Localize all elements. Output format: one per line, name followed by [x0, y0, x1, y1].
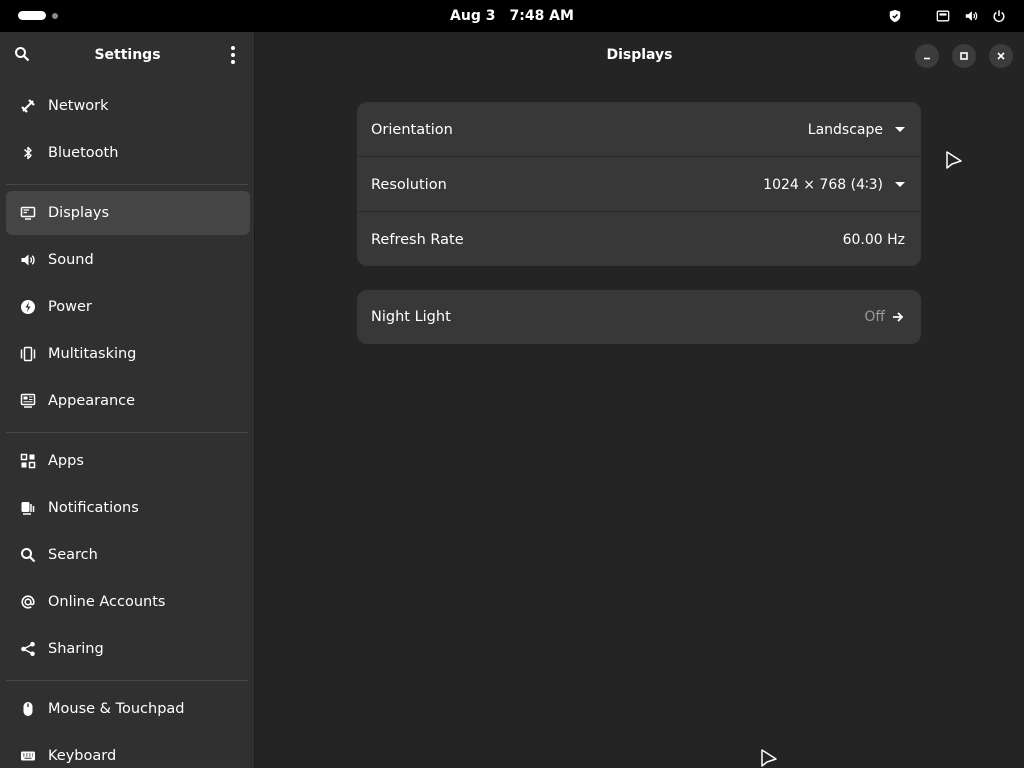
- bluetooth-icon: [20, 145, 36, 161]
- sidebar-item-sound[interactable]: Sound: [6, 238, 250, 282]
- night-light-label: Night Light: [371, 309, 451, 325]
- refresh-rate-value: 60.00 Hz: [842, 231, 905, 248]
- at-icon: [20, 594, 36, 610]
- search-icon: [20, 547, 36, 563]
- sidebar-item-bluetooth[interactable]: Bluetooth: [6, 131, 250, 175]
- notifications-icon: [20, 500, 36, 516]
- mouse-pointer-icon: [761, 749, 777, 767]
- resolution-label: Resolution: [371, 176, 447, 193]
- sidebar-item-search[interactable]: Search: [6, 533, 250, 577]
- orientation-value: Landscape: [807, 121, 883, 138]
- sidebar-item-displays[interactable]: Displays: [6, 191, 250, 235]
- refresh-rate-label: Refresh Rate: [371, 231, 464, 248]
- kebab-menu-icon[interactable]: [224, 45, 242, 65]
- appearance-icon: [20, 393, 36, 409]
- night-light-row[interactable]: Night Light Off: [357, 290, 921, 344]
- clock[interactable]: Aug 3 7:48 AM: [0, 0, 1024, 32]
- sidebar-item-label: Keyboard: [48, 748, 117, 764]
- sidebar-item-label: Sharing: [48, 641, 104, 657]
- sidebar-header: Settings: [0, 32, 255, 78]
- sidebar-item-label: Network: [48, 98, 109, 114]
- mouse-icon: [20, 701, 36, 717]
- sidebar-separator: [6, 184, 248, 185]
- sidebar-item-label: Multitasking: [48, 346, 137, 362]
- sidebar-item-label: Displays: [48, 205, 110, 221]
- sidebar-item-label: Power: [48, 299, 92, 315]
- sidebar-item-network[interactable]: Network: [6, 84, 250, 128]
- settings-window: Settings Network Bluetooth Displays Soun…: [0, 32, 1024, 768]
- sidebar-separator: [6, 432, 248, 433]
- orientation-row[interactable]: Orientation Landscape: [357, 102, 921, 157]
- sidebar-item-label: Appearance: [48, 393, 136, 409]
- network-icon: [20, 98, 36, 114]
- maximize-button[interactable]: [952, 44, 976, 68]
- shield-icon[interactable]: [886, 7, 904, 25]
- sidebar-item-label: Apps: [48, 453, 84, 469]
- orientation-label: Orientation: [371, 121, 453, 138]
- sidebar-item-keyboard[interactable]: Keyboard: [6, 734, 250, 768]
- display-settings-card: Orientation Landscape Resolution 1024 × …: [357, 102, 921, 266]
- sidebar-item-apps[interactable]: Apps: [6, 439, 250, 483]
- sidebar-item-online-accounts[interactable]: Online Accounts: [6, 580, 250, 624]
- top-bar: Aug 3 7:48 AM: [0, 0, 1024, 32]
- sidebar-item-label: Bluetooth: [48, 145, 119, 161]
- sidebar-item-label: Online Accounts: [48, 594, 166, 610]
- close-icon: [997, 52, 1005, 60]
- content-header: Displays: [255, 32, 1024, 78]
- sidebar-title: Settings: [94, 47, 161, 63]
- page-title: Displays: [606, 47, 673, 63]
- power-icon[interactable]: [990, 7, 1008, 25]
- refresh-rate-row: Refresh Rate 60.00 Hz: [357, 212, 921, 267]
- speaker-icon: [20, 252, 36, 268]
- maximize-icon: [960, 52, 968, 60]
- chevron-down-icon: [895, 127, 905, 132]
- sidebar-item-multitasking[interactable]: Multitasking: [6, 332, 250, 376]
- sidebar-item-label: Notifications: [48, 500, 139, 516]
- sidebar-item-power[interactable]: Power: [6, 285, 250, 329]
- system-tray[interactable]: [886, 0, 1008, 32]
- sidebar: Settings Network Bluetooth Displays Soun…: [0, 32, 255, 768]
- sidebar-item-label: Sound: [48, 252, 94, 268]
- night-light-card[interactable]: Night Light Off: [357, 290, 921, 344]
- sidebar-item-label: Mouse & Touchpad: [48, 701, 185, 717]
- night-light-value: Off: [864, 309, 885, 325]
- power-bolt-icon: [20, 299, 36, 315]
- close-button[interactable]: [989, 44, 1013, 68]
- resolution-row[interactable]: Resolution 1024 × 768 (4∶3): [357, 157, 921, 212]
- multitasking-icon: [20, 346, 36, 362]
- night-light-status: Off: [864, 309, 905, 325]
- sidebar-item-notifications[interactable]: Notifications: [6, 486, 250, 530]
- sidebar-item-sharing[interactable]: Sharing: [6, 627, 250, 671]
- minimize-icon: [924, 57, 930, 60]
- clock-time: 7:48 AM: [509, 8, 574, 24]
- orientation-dropdown[interactable]: Landscape: [808, 122, 905, 138]
- arrow-right-icon: [893, 312, 904, 322]
- resolution-value: 1024 × 768 (4∶3): [763, 176, 883, 193]
- display-icon: [20, 205, 36, 221]
- share-icon: [20, 641, 36, 657]
- chevron-down-icon: [895, 182, 905, 187]
- clock-date: Aug 3: [450, 8, 496, 24]
- sidebar-item-label: Search: [48, 547, 98, 563]
- mouse-pointer-icon: [946, 151, 962, 169]
- volume-icon[interactable]: [962, 7, 980, 25]
- minimize-button[interactable]: [915, 44, 939, 68]
- resolution-dropdown[interactable]: 1024 × 768 (4∶3): [763, 177, 905, 193]
- sidebar-separator: [6, 680, 248, 681]
- sidebar-item-mouse-touchpad[interactable]: Mouse & Touchpad: [6, 687, 250, 731]
- keyboard-icon: [20, 748, 36, 764]
- network-wired-icon[interactable]: [934, 7, 952, 25]
- apps-grid-icon: [20, 453, 36, 469]
- sidebar-item-appearance[interactable]: Appearance: [6, 379, 250, 423]
